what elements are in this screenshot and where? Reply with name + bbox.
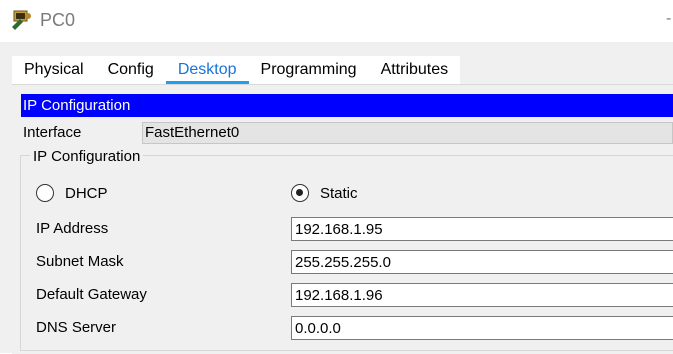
interface-select[interactable]: FastEthernet0: [142, 122, 673, 144]
ip-configuration-panel: IP Configuration Interface FastEthernet0…: [12, 84, 673, 354]
tab-desktop[interactable]: Desktop: [165, 56, 249, 84]
ip-address-label: IP Address: [36, 220, 109, 237]
dns-server-input[interactable]: [291, 316, 673, 340]
interface-label: Interface: [23, 124, 82, 141]
group-title: IP Configuration: [30, 148, 144, 165]
tab-area: Physical Config Desktop Programming Attr…: [0, 42, 673, 354]
static-radio-circle[interactable]: [291, 184, 309, 202]
tab-physical[interactable]: Physical: [12, 56, 96, 84]
window-title: PC0: [40, 10, 76, 30]
dns-server-label: DNS Server: [36, 319, 117, 336]
panel-header: IP Configuration: [21, 94, 673, 117]
tab-config[interactable]: Config: [96, 56, 166, 84]
pc-icon: [10, 9, 34, 31]
subnet-mask-input[interactable]: [291, 250, 673, 274]
minimize-button[interactable]: -: [666, 10, 671, 28]
static-radio[interactable]: Static: [291, 184, 358, 202]
dhcp-label: DHCP: [65, 184, 108, 202]
tab-attributes[interactable]: Attributes: [369, 56, 461, 84]
static-label: Static: [320, 184, 358, 202]
dhcp-radio-circle[interactable]: [36, 184, 54, 202]
title-bar: PC0 -: [0, 0, 673, 42]
default-gateway-label: Default Gateway: [36, 286, 147, 303]
dhcp-radio[interactable]: DHCP: [36, 184, 108, 202]
default-gateway-input[interactable]: [291, 283, 673, 307]
tab-strip: Physical Config Desktop Programming Attr…: [12, 56, 461, 84]
subnet-mask-label: Subnet Mask: [36, 253, 124, 270]
tab-programming[interactable]: Programming: [249, 56, 369, 84]
ip-address-input[interactable]: [291, 217, 673, 241]
